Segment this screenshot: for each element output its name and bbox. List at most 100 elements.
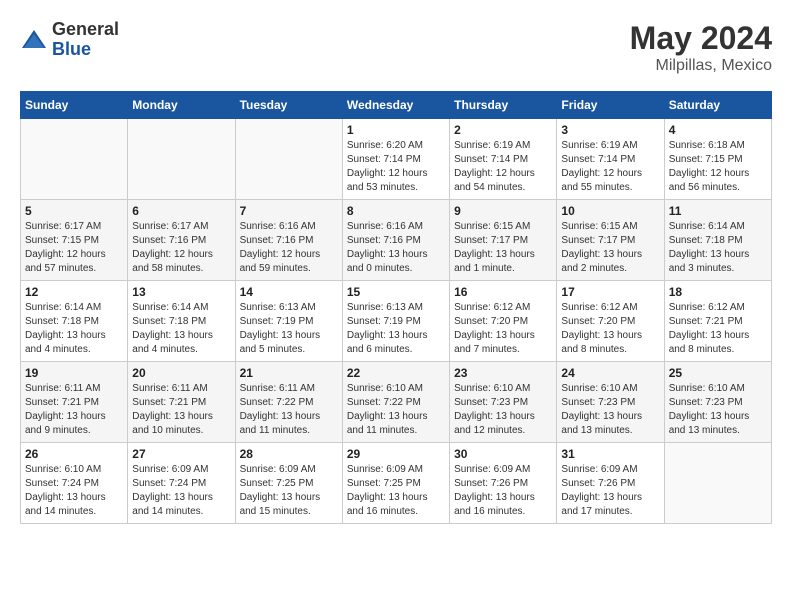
weekday-header-friday: Friday — [557, 92, 664, 119]
calendar-week-row: 12 Sunrise: 6:14 AM Sunset: 7:18 PM Dayli… — [21, 281, 772, 362]
logo-icon — [20, 26, 48, 54]
weekday-header-tuesday: Tuesday — [235, 92, 342, 119]
day-info: Sunrise: 6:14 AM Sunset: 7:18 PM Dayligh… — [132, 301, 230, 357]
calendar-week-row: 5Sunrise: 6:17 AM Sunset: 7:15 PM Daylig… — [21, 200, 772, 281]
calendar-week-row: 19 Sunrise: 6:11 AM Sunset: 7:21 PM Dayli… — [21, 362, 772, 443]
calendar-cell: 11 Sunrise: 6:14 AM Sunset: 7:18 PM Dayli… — [664, 200, 771, 281]
calendar-cell: 5Sunrise: 6:17 AM Sunset: 7:15 PM Daylig… — [21, 200, 128, 281]
calendar-cell — [128, 119, 235, 200]
day-info: Sunrise: 6:12 AM Sunset: 7:21 PM Dayligh… — [669, 301, 767, 357]
day-info: Sunrise: 6:09 AM Sunset: 7:25 PM Dayligh… — [347, 463, 445, 519]
day-number: 29 — [347, 447, 445, 461]
calendar-cell: 17 Sunrise: 6:12 AM Sunset: 7:20 PM Dayli… — [557, 281, 664, 362]
page-header: General Blue May 2024 Milpillas, Mexico — [20, 20, 772, 75]
calendar-cell: 1Sunrise: 6:20 AM Sunset: 7:14 PM Daylig… — [342, 119, 449, 200]
day-info: Sunrise: 6:19 AM Sunset: 7:14 PM Dayligh… — [561, 139, 659, 195]
day-number: 2 — [454, 123, 552, 137]
day-info: Sunrise: 6:14 AM Sunset: 7:18 PM Dayligh… — [25, 301, 123, 357]
calendar-cell: 14 Sunrise: 6:13 AM Sunset: 7:19 PM Dayli… — [235, 281, 342, 362]
weekday-header-thursday: Thursday — [450, 92, 557, 119]
day-info: Sunrise: 6:19 AM Sunset: 7:14 PM Dayligh… — [454, 139, 552, 195]
day-number: 16 — [454, 285, 552, 299]
day-number: 11 — [669, 204, 767, 218]
day-info: Sunrise: 6:10 AM Sunset: 7:23 PM Dayligh… — [669, 382, 767, 438]
day-info: Sunrise: 6:11 AM Sunset: 7:21 PM Dayligh… — [132, 382, 230, 438]
day-info: Sunrise: 6:09 AM Sunset: 7:26 PM Dayligh… — [561, 463, 659, 519]
calendar-cell — [664, 443, 771, 524]
day-info: Sunrise: 6:10 AM Sunset: 7:24 PM Dayligh… — [25, 463, 123, 519]
weekday-header-wednesday: Wednesday — [342, 92, 449, 119]
day-number: 30 — [454, 447, 552, 461]
day-info: Sunrise: 6:20 AM Sunset: 7:14 PM Dayligh… — [347, 139, 445, 195]
day-number: 25 — [669, 366, 767, 380]
day-number: 22 — [347, 366, 445, 380]
day-info: Sunrise: 6:17 AM Sunset: 7:16 PM Dayligh… — [132, 220, 230, 276]
calendar-cell: 19 Sunrise: 6:11 AM Sunset: 7:21 PM Dayli… — [21, 362, 128, 443]
day-number: 15 — [347, 285, 445, 299]
calendar-cell: 30 Sunrise: 6:09 AM Sunset: 7:26 PM Dayli… — [450, 443, 557, 524]
day-number: 21 — [240, 366, 338, 380]
calendar-cell: 26 Sunrise: 6:10 AM Sunset: 7:24 PM Dayli… — [21, 443, 128, 524]
weekday-header-row: SundayMondayTuesdayWednesdayThursdayFrid… — [21, 92, 772, 119]
weekday-header-sunday: Sunday — [21, 92, 128, 119]
calendar-cell: 2 Sunrise: 6:19 AM Sunset: 7:14 PM Daylig… — [450, 119, 557, 200]
day-info: Sunrise: 6:11 AM Sunset: 7:21 PM Dayligh… — [25, 382, 123, 438]
calendar-body: 1Sunrise: 6:20 AM Sunset: 7:14 PM Daylig… — [21, 119, 772, 524]
logo-blue-text: Blue — [52, 40, 119, 60]
calendar-cell: 4Sunrise: 6:18 AM Sunset: 7:15 PM Daylig… — [664, 119, 771, 200]
calendar-week-row: 1Sunrise: 6:20 AM Sunset: 7:14 PM Daylig… — [21, 119, 772, 200]
day-number: 12 — [25, 285, 123, 299]
day-number: 19 — [25, 366, 123, 380]
calendar-cell: 23Sunrise: 6:10 AM Sunset: 7:23 PM Dayli… — [450, 362, 557, 443]
calendar-cell: 28Sunrise: 6:09 AM Sunset: 7:25 PM Dayli… — [235, 443, 342, 524]
day-number: 4 — [669, 123, 767, 137]
calendar-cell: 7 Sunrise: 6:16 AM Sunset: 7:16 PM Daylig… — [235, 200, 342, 281]
day-number: 10 — [561, 204, 659, 218]
day-number: 28 — [240, 447, 338, 461]
calendar-cell — [21, 119, 128, 200]
day-number: 3 — [561, 123, 659, 137]
day-number: 20 — [132, 366, 230, 380]
calendar-cell: 20 Sunrise: 6:11 AM Sunset: 7:21 PM Dayli… — [128, 362, 235, 443]
calendar-cell: 15Sunrise: 6:13 AM Sunset: 7:19 PM Dayli… — [342, 281, 449, 362]
calendar-cell: 29 Sunrise: 6:09 AM Sunset: 7:25 PM Dayli… — [342, 443, 449, 524]
day-info: Sunrise: 6:09 AM Sunset: 7:26 PM Dayligh… — [454, 463, 552, 519]
day-info: Sunrise: 6:12 AM Sunset: 7:20 PM Dayligh… — [561, 301, 659, 357]
calendar-cell: 31 Sunrise: 6:09 AM Sunset: 7:26 PM Dayli… — [557, 443, 664, 524]
day-info: Sunrise: 6:15 AM Sunset: 7:17 PM Dayligh… — [561, 220, 659, 276]
calendar-cell: 18 Sunrise: 6:12 AM Sunset: 7:21 PM Dayli… — [664, 281, 771, 362]
day-info: Sunrise: 6:16 AM Sunset: 7:16 PM Dayligh… — [240, 220, 338, 276]
calendar-cell: 3 Sunrise: 6:19 AM Sunset: 7:14 PM Daylig… — [557, 119, 664, 200]
day-number: 6 — [132, 204, 230, 218]
day-number: 18 — [669, 285, 767, 299]
day-info: Sunrise: 6:10 AM Sunset: 7:23 PM Dayligh… — [561, 382, 659, 438]
day-number: 24 — [561, 366, 659, 380]
calendar-cell: 27Sunrise: 6:09 AM Sunset: 7:24 PM Dayli… — [128, 443, 235, 524]
day-info: Sunrise: 6:16 AM Sunset: 7:16 PM Dayligh… — [347, 220, 445, 276]
calendar-cell: 16Sunrise: 6:12 AM Sunset: 7:20 PM Dayli… — [450, 281, 557, 362]
logo-general-text: General — [52, 20, 119, 40]
day-info: Sunrise: 6:17 AM Sunset: 7:15 PM Dayligh… — [25, 220, 123, 276]
day-number: 9 — [454, 204, 552, 218]
day-number: 26 — [25, 447, 123, 461]
calendar-table: SundayMondayTuesdayWednesdayThursdayFrid… — [20, 91, 772, 524]
weekday-header-monday: Monday — [128, 92, 235, 119]
calendar-cell: 21 Sunrise: 6:11 AM Sunset: 7:22 PM Dayli… — [235, 362, 342, 443]
day-info: Sunrise: 6:11 AM Sunset: 7:22 PM Dayligh… — [240, 382, 338, 438]
day-number: 13 — [132, 285, 230, 299]
calendar-cell: 22Sunrise: 6:10 AM Sunset: 7:22 PM Dayli… — [342, 362, 449, 443]
logo-text: General Blue — [52, 20, 119, 60]
calendar-week-row: 26 Sunrise: 6:10 AM Sunset: 7:24 PM Dayli… — [21, 443, 772, 524]
day-info: Sunrise: 6:14 AM Sunset: 7:18 PM Dayligh… — [669, 220, 767, 276]
day-info: Sunrise: 6:10 AM Sunset: 7:23 PM Dayligh… — [454, 382, 552, 438]
calendar-title: May 2024 — [630, 20, 772, 57]
calendar-header: SundayMondayTuesdayWednesdayThursdayFrid… — [21, 92, 772, 119]
day-number: 7 — [240, 204, 338, 218]
calendar-cell: 24 Sunrise: 6:10 AM Sunset: 7:23 PM Dayli… — [557, 362, 664, 443]
calendar-cell: 9Sunrise: 6:15 AM Sunset: 7:17 PM Daylig… — [450, 200, 557, 281]
day-info: Sunrise: 6:09 AM Sunset: 7:24 PM Dayligh… — [132, 463, 230, 519]
day-info: Sunrise: 6:13 AM Sunset: 7:19 PM Dayligh… — [240, 301, 338, 357]
day-number: 31 — [561, 447, 659, 461]
day-number: 17 — [561, 285, 659, 299]
day-number: 14 — [240, 285, 338, 299]
